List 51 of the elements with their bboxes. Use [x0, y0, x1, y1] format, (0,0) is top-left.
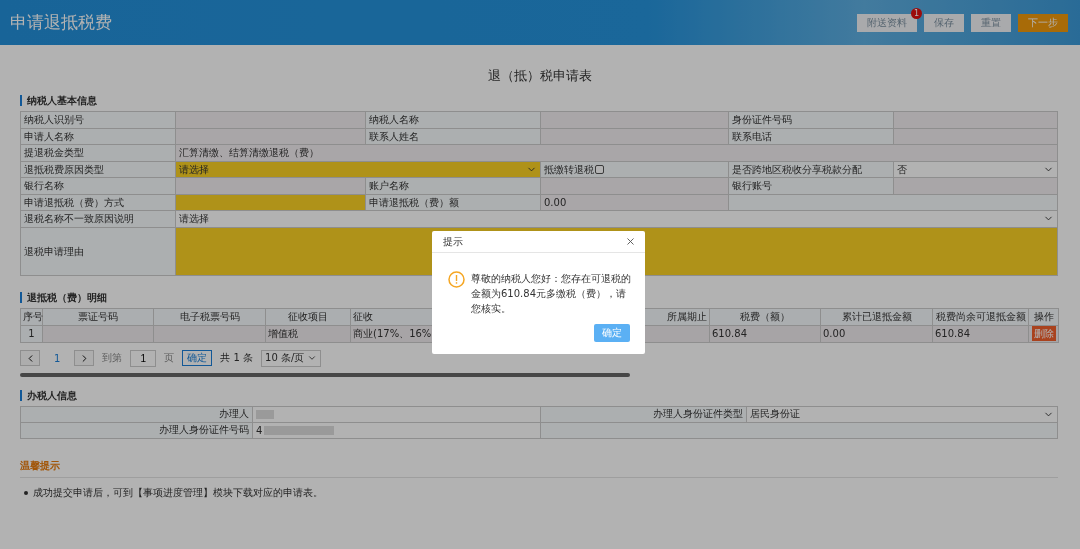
tips-title: 温馨提示 — [20, 458, 1058, 478]
count-badge: 1 — [911, 7, 922, 19]
field-label: 办理人身份证件号码 — [159, 423, 249, 437]
table-cell: 增值税 — [268, 327, 298, 339]
field-label: 退税名称不一致原因说明 — [24, 212, 134, 227]
column-header: 税费尚余可退抵金额 — [936, 310, 1026, 322]
page-title: 申请退抵税费 — [10, 11, 112, 34]
field-value: 4 — [256, 424, 263, 436]
column-header: 征收 — [353, 310, 373, 322]
field-value: 0.00 — [544, 195, 567, 210]
field-label: 办理人 — [219, 407, 249, 421]
column-header: 序号 — [23, 310, 43, 322]
section-title: 办税人信息 — [20, 389, 1058, 401]
section-title: 纳税人基本信息 — [20, 95, 1058, 106]
checkbox-label: 抵缴转退税 — [544, 162, 594, 177]
table-cell: 1 — [28, 328, 35, 339]
table-cell: 610.84 — [712, 328, 747, 339]
total-count: 共 1 条 — [220, 351, 254, 365]
field-label: 银行账号 — [732, 179, 772, 194]
column-header: 征收项目 — [288, 310, 328, 322]
column-header: 操作 — [1033, 310, 1054, 322]
field-value: 汇算清缴、结算清缴退税（费） — [179, 146, 319, 161]
column-header: 电子税票号码 — [179, 310, 240, 322]
field-label: 申请退抵税（费）方式 — [24, 195, 124, 210]
field-label: 联系人姓名 — [369, 129, 419, 144]
field-label: 申请退抵税（费）额 — [369, 195, 459, 210]
column-header: 所属期止 — [667, 310, 707, 322]
table-cell: 610.84 — [935, 328, 970, 339]
field-label: 银行名称 — [24, 179, 64, 194]
tip-text: 成功提交申请后，可到【事项进度管理】模块下载对应的申请表。 — [33, 485, 323, 500]
field-label: 退抵税费原因类型 — [24, 162, 104, 177]
column-header: 票证号码 — [78, 310, 118, 322]
dialog-title: 提示 — [443, 234, 463, 249]
field-label: 账户名称 — [369, 179, 409, 194]
table-cell: 商业(17%、16%、 — [353, 327, 442, 339]
field-label: 纳税人名称 — [369, 113, 419, 128]
dialog-message: 尊敬的纳税人您好：您存在可退税的金额为610.84元多缴税（费），请您核实。 — [471, 272, 631, 316]
goto-label: 到第 — [102, 351, 123, 365]
field-label: 提退税金类型 — [24, 146, 84, 161]
field-label: 申请人名称 — [24, 129, 74, 144]
page-unit: 页 — [164, 351, 175, 365]
table-cell: 0.00 — [823, 328, 846, 339]
field-label: 退税申请理由 — [24, 244, 84, 259]
form-title: 退（抵）税申请表 — [487, 67, 593, 85]
field-label: 办理人身份证件类型 — [653, 407, 743, 421]
field-label: 纳税人识别号 — [24, 113, 84, 128]
field-label: 联系电话 — [732, 129, 772, 144]
field-label: 是否跨地区税收分享税款分配 — [732, 162, 862, 177]
column-header: 税费（额） — [740, 310, 790, 322]
column-header: 累计已退抵金额 — [841, 310, 912, 322]
field-label: 身份证件号码 — [732, 113, 792, 128]
